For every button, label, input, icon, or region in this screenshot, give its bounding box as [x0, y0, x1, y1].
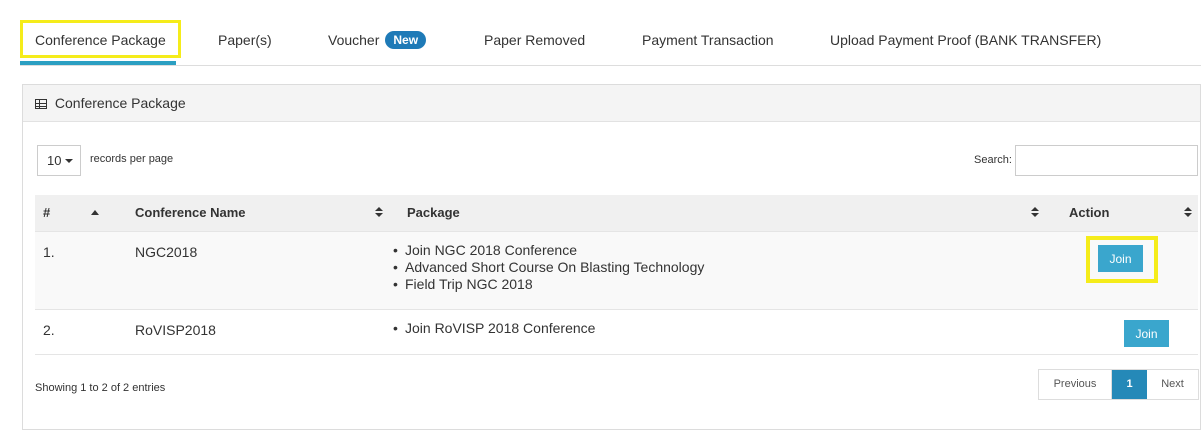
conference-name: RoVISP2018 — [135, 322, 216, 338]
table-row: 2. RoVISP2018 Join RoVISP 2018 Conferenc… — [35, 309, 1198, 355]
conference-package-panel: Conference Package 10 records per page S… — [22, 84, 1201, 430]
conference-name: NGC2018 — [135, 244, 198, 260]
column-header-conference-name[interactable]: Conference Name — [135, 195, 246, 231]
pagination: Previous 1 Next — [1038, 369, 1199, 400]
search-label: Search: — [974, 154, 1012, 166]
row-number: 2. — [43, 322, 55, 338]
table-header-row: # Conference Name Package Action — [35, 195, 1198, 231]
tab-papers[interactable]: Paper(s) — [218, 14, 272, 66]
package-item: Advanced Short Course On Blasting Techno… — [393, 259, 704, 276]
tab-bar: Conference Package Paper(s) Voucher New P… — [20, 14, 1201, 66]
tab-voucher[interactable]: Voucher New — [328, 14, 427, 66]
table-info: Showing 1 to 2 of 2 entries — [35, 382, 166, 394]
tab-label: Paper(s) — [218, 32, 272, 48]
column-header-package[interactable]: Package — [407, 195, 460, 231]
package-item: Join RoVISP 2018 Conference — [393, 320, 595, 337]
package-list: Join RoVISP 2018 Conference — [393, 320, 595, 337]
tab-label: Conference Package — [35, 32, 166, 48]
tab-label: Voucher — [328, 32, 380, 48]
join-button[interactable]: Join — [1098, 245, 1143, 272]
tab-paper-removed[interactable]: Paper Removed — [484, 14, 585, 66]
panel-title: Conference Package — [54, 95, 186, 111]
tab-label: Upload Payment Proof (BANK TRANSFER) — [830, 32, 1102, 48]
package-item: Join NGC 2018 Conference — [393, 242, 704, 259]
sort-asc-icon[interactable] — [91, 210, 99, 218]
tab-upload-payment-proof[interactable]: Upload Payment Proof (BANK TRANSFER) — [830, 14, 1101, 66]
records-per-page-label: records per page — [90, 153, 174, 165]
sort-both-icon[interactable] — [1184, 207, 1192, 218]
join-button[interactable]: Join — [1124, 320, 1169, 347]
sort-both-icon[interactable] — [375, 207, 383, 218]
join-button-highlight: Join — [1086, 236, 1158, 283]
records-per-page-select[interactable]: 10 — [37, 145, 81, 176]
search-input[interactable] — [1015, 145, 1198, 176]
tab-label: Paper Removed — [484, 32, 586, 48]
table-grid-icon — [35, 99, 47, 109]
tab-payment-transaction[interactable]: Payment Transaction — [642, 14, 774, 66]
column-header-action[interactable]: Action — [1069, 195, 1109, 231]
column-header-number[interactable]: # — [43, 195, 50, 231]
new-badge: New — [385, 31, 427, 49]
next-page-button[interactable]: Next — [1147, 370, 1198, 399]
tab-conference-package[interactable]: Conference Package — [20, 20, 181, 58]
caret-down-icon — [65, 159, 74, 163]
active-tab-indicator — [20, 61, 176, 65]
tab-label: Payment Transaction — [642, 32, 774, 48]
sort-both-icon[interactable] — [1031, 207, 1039, 218]
table-row: 1. NGC2018 Join NGC 2018 Conference Adva… — [35, 231, 1198, 309]
page-1-button[interactable]: 1 — [1112, 370, 1147, 399]
package-list: Join NGC 2018 Conference Advanced Short … — [393, 242, 704, 293]
records-per-page-value: 10 — [47, 153, 62, 168]
conference-table: # Conference Name Package Action 1. NGC2… — [35, 195, 1198, 355]
panel-header: Conference Package — [23, 85, 1200, 122]
row-number: 1. — [43, 244, 55, 260]
previous-page-button[interactable]: Previous — [1039, 370, 1112, 399]
package-item: Field Trip NGC 2018 — [393, 276, 704, 293]
